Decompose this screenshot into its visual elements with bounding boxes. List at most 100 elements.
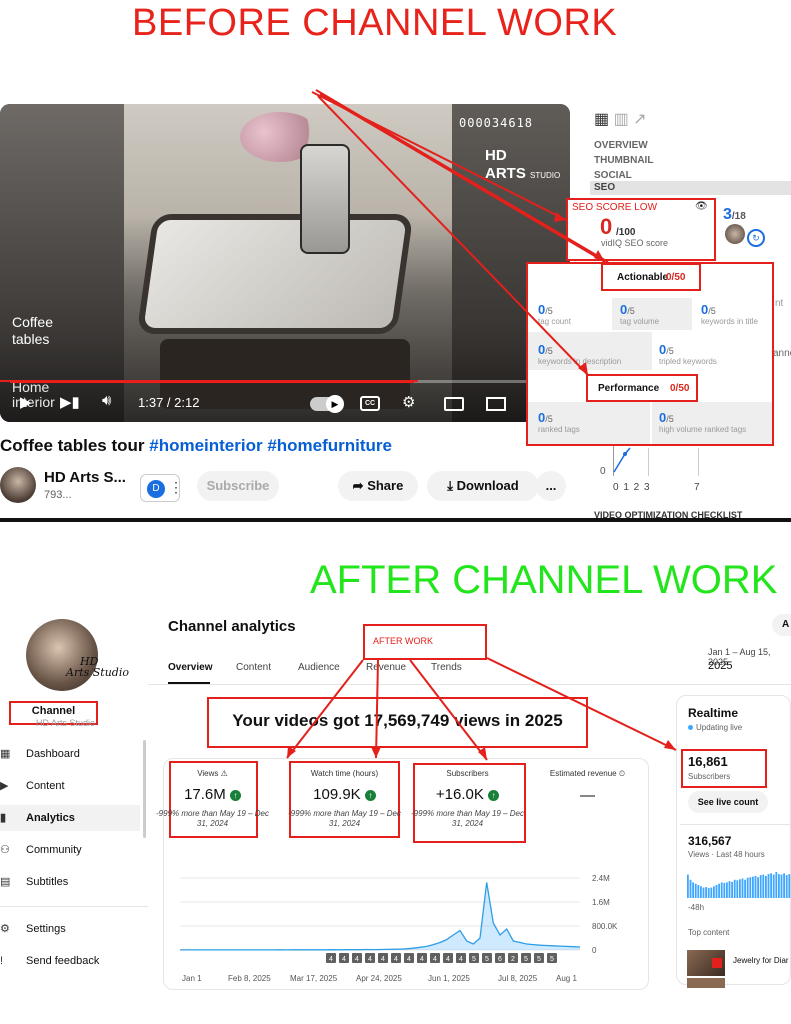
nav-analytics[interactable]: ▮ Analytics bbox=[0, 805, 140, 831]
sidebar-scrollbar[interactable] bbox=[143, 740, 146, 838]
vidiq-button[interactable]: D ⋮ bbox=[140, 474, 183, 502]
realtime-live: Updating live bbox=[688, 723, 742, 732]
advanced-mode-button[interactable]: A bbox=[772, 614, 791, 636]
realtime-bar bbox=[778, 874, 780, 898]
realtime-bar bbox=[775, 872, 778, 898]
nav-settings[interactable]: ⚙ Settings bbox=[0, 916, 140, 942]
logo-arts: Arts Studio bbox=[66, 666, 129, 679]
nav-feedback[interactable]: ! Send feedback bbox=[0, 948, 140, 974]
eye-icon[interactable]: 👁︎ bbox=[695, 201, 708, 212]
subtitles-icon: ▤ bbox=[0, 876, 11, 888]
mini-chart-line bbox=[613, 447, 631, 473]
play-icon[interactable]: ▶ bbox=[20, 393, 32, 411]
realtime-bar bbox=[765, 875, 767, 898]
trend-icon[interactable]: ↗ bbox=[633, 111, 646, 128]
video-counter: 000034618 bbox=[459, 116, 534, 130]
video-player[interactable]: 000034618 HD ARTS STUDIO Coffee tables H… bbox=[0, 104, 570, 422]
studio-logo-text: HD Arts Studio bbox=[66, 656, 129, 678]
nav-label: Settings bbox=[26, 923, 66, 935]
kpi-views[interactable]: Views ⚠ 17.6M ↑ -999% more than May 19 – D… bbox=[155, 769, 270, 829]
video-hashtags[interactable]: #homeinterior #homefurniture bbox=[149, 436, 392, 455]
realtime-bar bbox=[702, 887, 705, 898]
realtime-bar-chart[interactable] bbox=[687, 870, 791, 898]
channel-subs: 793... bbox=[44, 489, 72, 501]
metric-label: keywords in title bbox=[701, 317, 758, 326]
nav-dashboard[interactable]: ▦ Dashboard bbox=[0, 741, 140, 767]
video-progress-bar[interactable] bbox=[10, 380, 560, 383]
actionable-label: Actionable bbox=[617, 272, 669, 283]
video-marker-label: 4 bbox=[420, 956, 424, 963]
kpi-watch-time[interactable]: Watch time (hours) 109.9K ↑ -999% more tha… bbox=[287, 769, 402, 829]
tab-overview[interactable]: Overview bbox=[168, 662, 212, 673]
after-work-box: AFTER WORK bbox=[363, 624, 487, 660]
views-chart[interactable]: 2.4M 1.6M 800.0K 0 4 4 4 4 4 4 4 4 4 4 4 5 5 6 2 5 5 5 Jan 1 Fe… bbox=[178, 868, 618, 988]
channel-name[interactable]: HD Arts S... bbox=[44, 469, 126, 486]
feedback-icon: ! bbox=[0, 955, 4, 967]
vidiq-tab-thumbnail[interactable]: THUMBNAIL bbox=[594, 153, 653, 168]
video-time: 1:37 / 2:12 bbox=[138, 395, 200, 410]
date-year[interactable]: 2025 bbox=[708, 660, 732, 672]
realtime-subscribers: 16,861 bbox=[688, 754, 728, 769]
kpi-value: 17.6M bbox=[184, 786, 226, 803]
realtime-bar bbox=[780, 874, 783, 898]
vidiq-tab-overview[interactable]: OVERVIEW bbox=[594, 138, 653, 153]
channel-avatar[interactable] bbox=[0, 467, 36, 503]
see-live-count-button[interactable]: See live count bbox=[688, 791, 768, 813]
metric-keywords-description: 0/5 keywords in description bbox=[538, 342, 621, 366]
realtime-bar bbox=[757, 877, 759, 898]
captions-icon[interactable]: CC bbox=[360, 396, 380, 411]
channel-subname: HD Arts Studio bbox=[36, 718, 96, 728]
metric-label: tripled keywords bbox=[659, 357, 717, 366]
nav-content[interactable]: ▶ Content bbox=[0, 773, 140, 799]
tab-audience[interactable]: Audience bbox=[298, 662, 340, 673]
vidiq-seo-section[interactable]: SEO bbox=[590, 181, 791, 195]
mini-chart-tick-7: 7 bbox=[694, 482, 700, 493]
realtime-bar bbox=[697, 885, 700, 898]
caption-line-2: tables bbox=[12, 331, 50, 347]
theater-icon[interactable] bbox=[486, 397, 506, 411]
miniplayer-icon[interactable] bbox=[444, 397, 464, 411]
x-tick-label: Apr 24, 2025 bbox=[356, 974, 402, 983]
bar-chart-icon[interactable]: ▥ bbox=[614, 111, 629, 128]
nav-community[interactable]: ⚇ Community bbox=[0, 837, 140, 863]
settings-icon: ⚙ bbox=[0, 923, 10, 935]
side-score-max: /18 bbox=[731, 211, 746, 222]
second-thumbnail[interactable] bbox=[687, 978, 725, 988]
realtime-views-label: Views · Last 48 hours bbox=[688, 850, 765, 859]
refresh-icon[interactable]: ↻ bbox=[747, 229, 765, 247]
next-icon[interactable]: ▶▮ bbox=[60, 393, 80, 411]
realtime-subscribers-label: Subscribers bbox=[688, 772, 731, 781]
up-arrow-icon: ↑ bbox=[229, 790, 241, 801]
grid-icon[interactable]: ▦ bbox=[594, 111, 609, 128]
up-arrow-icon: ↑ bbox=[364, 790, 376, 801]
tab-trends[interactable]: Trends bbox=[431, 662, 462, 673]
vidiq-tabs: OVERVIEW THUMBNAIL SOCIAL bbox=[594, 138, 653, 183]
metric-tag-count: 0/5 tag count bbox=[538, 302, 571, 326]
volume-icon[interactable]: 🔊︎ bbox=[102, 392, 111, 409]
settings-gear-icon[interactable]: ⚙ bbox=[402, 393, 415, 411]
realtime-bar bbox=[694, 883, 697, 898]
nav-subtitles[interactable]: ▤ Subtitles bbox=[0, 869, 140, 895]
autoplay-toggle[interactable]: ▶ bbox=[310, 395, 344, 413]
x-tick-label: Feb 8, 2025 bbox=[228, 974, 271, 983]
download-button[interactable]: ⤓ Download bbox=[427, 471, 539, 501]
top-content-title[interactable]: Jewelry for Diar bbox=[733, 956, 789, 965]
mini-chart-ticks: 0 1 2 3 bbox=[613, 482, 650, 493]
more-button[interactable]: ... bbox=[536, 471, 566, 501]
metric-label: ranked tags bbox=[538, 425, 580, 434]
kpi-revenue[interactable]: Estimated revenue ⏲ — bbox=[530, 769, 645, 804]
realtime-bar bbox=[752, 876, 754, 898]
kpi-subscribers[interactable]: Subscribers +16.0K ↑ -999% more than May 1… bbox=[410, 769, 525, 829]
tab-revenue[interactable]: Revenue bbox=[366, 662, 406, 673]
kpi-value: — bbox=[580, 787, 595, 804]
top-content-label: Top content bbox=[688, 928, 730, 937]
optimization-checklist[interactable]: VIDEO OPTIMIZATION CHECKLIST bbox=[594, 510, 742, 520]
tab-content[interactable]: Content bbox=[236, 662, 271, 673]
kpi-compare: -999% more than May 19 – Dec 31, 2024 bbox=[411, 809, 524, 828]
subscribe-button[interactable]: Subscribe bbox=[197, 471, 279, 501]
share-button[interactable]: ➦ Share bbox=[338, 471, 418, 501]
metric-tripled-keywords: 0/5 tripled keywords bbox=[659, 342, 717, 366]
y-tick-label: 1.6M bbox=[592, 898, 610, 907]
views-headline: Your videos got 17,569,749 views in 2025 bbox=[232, 711, 563, 730]
mini-chart-gridline bbox=[698, 448, 699, 476]
